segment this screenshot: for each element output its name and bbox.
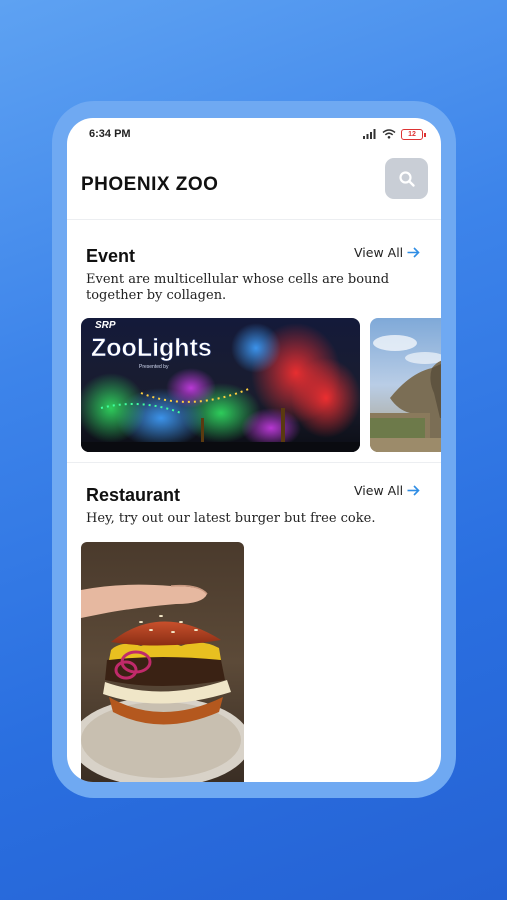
restaurant-view-all-link[interactable]: View All: [354, 483, 420, 498]
zoolights-sub: Presented by: [139, 364, 169, 370]
zoolights-logo: ZooLights: [91, 334, 212, 362]
dinosaur-image: [370, 318, 441, 452]
app-screen: 6:34 PM 12 PHOENIX ZOO Event View All Ev…: [67, 118, 441, 782]
status-time: 6:34 PM: [89, 128, 131, 140]
app-header: PHOENIX ZOO: [67, 150, 441, 220]
arrow-right-icon: [407, 247, 420, 258]
event-view-all-link[interactable]: View All: [354, 245, 420, 260]
section-divider: [67, 462, 441, 463]
search-button[interactable]: [385, 158, 428, 199]
zoolights-image: SRP ZooLights Presented by: [81, 318, 360, 452]
event-card-zoolights[interactable]: SRP ZooLights Presented by: [81, 318, 360, 452]
event-card-dinosaur[interactable]: [370, 318, 441, 452]
status-icons: 12: [363, 128, 426, 140]
wifi-icon: [382, 129, 396, 139]
event-description: Event are multicellular whose cells are …: [86, 272, 390, 303]
restaurant-card-burger[interactable]: [81, 542, 244, 782]
restaurant-view-all-label: View All: [354, 483, 404, 498]
event-view-all-label: View All: [354, 245, 404, 260]
page-title: PHOENIX ZOO: [81, 174, 219, 195]
burger-image: [81, 542, 244, 782]
restaurant-description: Hey, try out our latest burger but free …: [86, 511, 376, 526]
signal-icon: [363, 129, 376, 139]
status-bar: 6:34 PM 12: [67, 118, 441, 150]
search-icon: [398, 170, 415, 187]
battery-icon: 12: [401, 128, 426, 140]
arrow-right-icon: [407, 485, 420, 496]
zoolights-brand: SRP: [95, 320, 116, 331]
event-section-title: Event: [86, 246, 136, 266]
restaurant-section-title: Restaurant: [86, 485, 181, 505]
